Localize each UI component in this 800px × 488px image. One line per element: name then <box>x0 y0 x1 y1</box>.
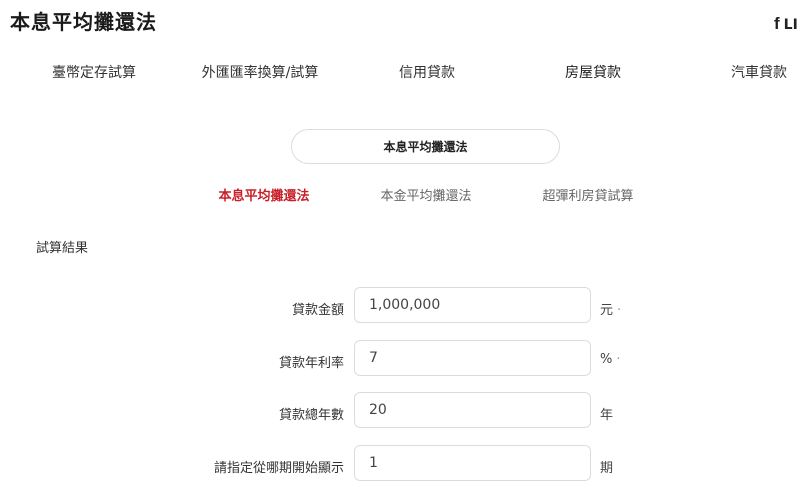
subtab-flexible-mortgage[interactable]: 超彈利房貸試算 <box>542 185 633 204</box>
tab-car-loan[interactable]: 汽車貸款 <box>731 62 787 82</box>
loan-amount-input[interactable] <box>354 287 591 323</box>
facebook-share-button[interactable]: f LI <box>774 14 798 34</box>
loan-amount-label: 貸款金額 <box>291 303 344 318</box>
page-title: 本息平均攤還法 <box>10 10 157 34</box>
tab-mortgage-loan[interactable]: 房屋貸款 <box>565 62 621 82</box>
tab-twd-time-deposit[interactable]: 臺幣定存試算 <box>52 62 136 82</box>
results-section-title: 試算結果 <box>36 241 89 256</box>
facebook-icon: f <box>774 14 780 33</box>
start-period-label: 請指定從哪期開始顯示 <box>213 461 344 476</box>
start-period-input[interactable] <box>354 445 591 481</box>
interest-rate-label: 貸款年利率 <box>278 356 344 371</box>
loan-amount-unit: 元 · <box>600 303 622 318</box>
subtab-equal-payment[interactable]: 本息平均攤還法 <box>218 185 309 204</box>
loan-years-input[interactable] <box>354 392 591 428</box>
subtab-equal-principal[interactable]: 本金平均攤還法 <box>380 185 471 204</box>
loan-years-label: 貸款總年數 <box>278 408 344 423</box>
repayment-method-selector[interactable]: 本息平均攤還法 <box>291 129 560 164</box>
start-period-unit: 期 <box>600 461 614 476</box>
share-label: LI <box>783 17 798 33</box>
interest-rate-unit: % · <box>600 352 621 367</box>
tab-credit-loan[interactable]: 信用貸款 <box>399 62 455 82</box>
loan-years-unit: 年 <box>600 408 614 423</box>
interest-rate-input[interactable] <box>354 340 591 376</box>
tab-fx-exchange[interactable]: 外匯匯率換算/試算 <box>202 62 319 82</box>
